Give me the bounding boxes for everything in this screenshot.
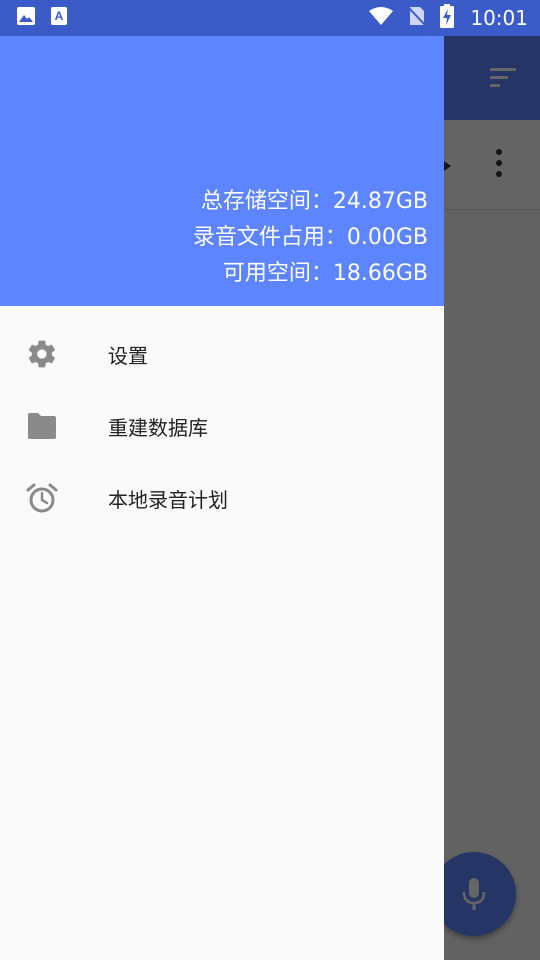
menu-label-settings: 设置 — [108, 343, 148, 368]
menu-item-rebuild-database[interactable]: 重建数据库 — [0, 390, 444, 462]
image-icon — [16, 6, 36, 30]
alarm-clock-icon — [26, 480, 58, 516]
keyboard-a-icon: A — [50, 6, 68, 30]
gear-icon — [26, 336, 58, 372]
recording-storage: 录音文件占用：0.00GB — [192, 225, 428, 250]
drawer-header: 总存储空间：24.87GB 录音文件占用：0.00GB 可用空间：18.66GB — [0, 36, 444, 306]
status-bar: A 10:01 — [0, 0, 540, 36]
menu-item-local-recording-schedule[interactable]: 本地录音计划 — [0, 462, 444, 534]
status-time: 10:01 — [470, 6, 528, 30]
battery-charging-icon — [440, 4, 455, 32]
storage-info: 总存储空间：24.87GB 录音文件占用：0.00GB 可用空间：18.66GB — [193, 184, 428, 292]
total-storage: 总存储空间：24.87GB — [200, 189, 428, 214]
menu-item-settings[interactable]: 设置 — [0, 318, 444, 390]
no-sim-icon — [408, 5, 427, 31]
folder-icon — [26, 408, 58, 444]
navigation-drawer: 总存储空间：24.87GB 录音文件占用：0.00GB 可用空间：18.66GB… — [0, 36, 444, 960]
menu-label-rebuild-database: 重建数据库 — [108, 415, 208, 440]
wifi-icon — [368, 6, 394, 30]
menu-label-local-recording-schedule: 本地录音计划 — [108, 487, 228, 512]
drawer-menu: 设置 重建数据库 本地录音计划 — [0, 318, 444, 534]
available-storage: 可用空间：18.66GB — [222, 261, 428, 286]
svg-text:A: A — [55, 9, 64, 23]
